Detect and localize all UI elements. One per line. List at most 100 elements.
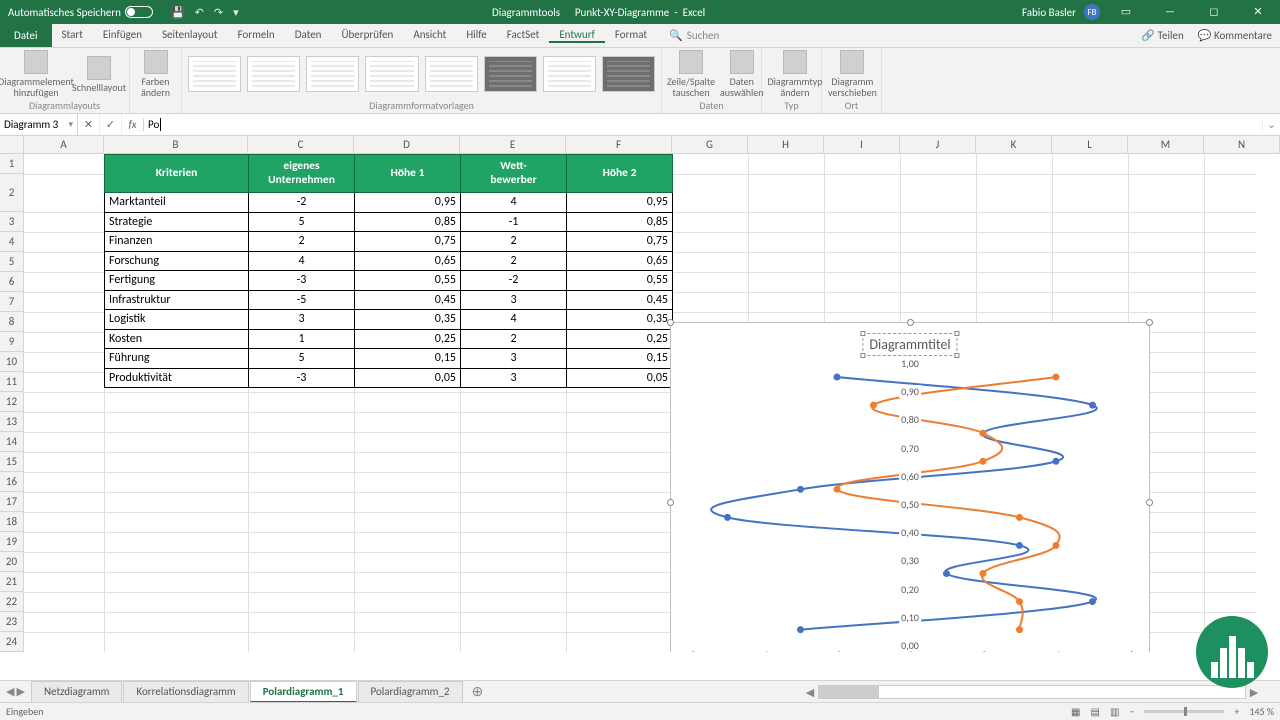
chart-data-point[interactable] [943, 570, 950, 577]
row-header[interactable]: 18 [0, 512, 24, 532]
chart-series-line[interactable] [837, 377, 1060, 630]
chart-style-5[interactable] [425, 56, 478, 92]
select-data-button[interactable]: Daten auswählen [720, 50, 764, 98]
table-cell[interactable]: 0,35 [567, 310, 673, 330]
ribbon-tab-formeln[interactable]: Formeln [228, 28, 285, 41]
row-header[interactable]: 15 [0, 452, 24, 472]
row-header[interactable]: 21 [0, 572, 24, 592]
zoom-out-icon[interactable]: − [1129, 705, 1134, 718]
table-cell[interactable]: 5 [249, 349, 355, 369]
table-cell[interactable]: 2 [249, 232, 355, 252]
row-header[interactable]: 19 [0, 532, 24, 552]
change-chart-type-button[interactable]: Diagrammtyp ändern [768, 50, 822, 98]
table-cell[interactable]: 0,25 [355, 329, 461, 349]
table-cell[interactable]: 0,65 [567, 251, 673, 271]
column-header[interactable]: M [1128, 136, 1204, 153]
ribbon-tab-überprüfen[interactable]: Überprüfen [331, 28, 403, 41]
undo-icon[interactable]: ↶ [195, 6, 204, 19]
ribbon-tab-einfügen[interactable]: Einfügen [93, 28, 152, 41]
zoom-slider[interactable] [1144, 710, 1224, 713]
chart-style-6[interactable] [484, 56, 537, 92]
table-cell[interactable]: -3 [249, 271, 355, 291]
sheet-nav-prev-icon[interactable]: ◀ [6, 685, 14, 698]
tell-me-search[interactable]: 🔍 Suchen [669, 29, 719, 42]
column-header[interactable]: B [104, 136, 248, 153]
table-cell[interactable]: Forschung [105, 251, 249, 271]
column-header[interactable]: I [824, 136, 900, 153]
chart-style-8[interactable] [602, 56, 655, 92]
table-cell[interactable]: -2 [461, 271, 567, 291]
row-header[interactable]: 12 [0, 392, 24, 412]
ribbon-tab-daten[interactable]: Daten [285, 28, 332, 41]
file-tab[interactable]: Datei [0, 24, 52, 47]
table-cell[interactable]: 0,85 [567, 212, 673, 232]
table-cell[interactable]: Infrastruktur [105, 290, 249, 310]
select-all-button[interactable] [0, 136, 24, 153]
table-cell[interactable]: 0,45 [355, 290, 461, 310]
chart-style-3[interactable] [306, 56, 359, 92]
chart-style-1[interactable] [188, 56, 241, 92]
ribbon-tab-entwurf[interactable]: Entwurf [549, 28, 605, 43]
chart-data-point[interactable] [1016, 514, 1023, 521]
chart-data-point[interactable] [1052, 458, 1059, 465]
row-header[interactable]: 13 [0, 412, 24, 432]
table-cell[interactable]: 4 [461, 310, 567, 330]
row-header[interactable]: 4 [0, 232, 24, 252]
column-header[interactable]: E [460, 136, 566, 153]
normal-view-icon[interactable]: ▦ [1071, 705, 1080, 718]
change-colors-button[interactable]: Farben ändern [136, 50, 175, 98]
row-header[interactable]: 8 [0, 312, 24, 332]
page-break-view-icon[interactable]: ▥ [1110, 705, 1119, 718]
column-header[interactable]: H [748, 136, 824, 153]
table-cell[interactable]: Kosten [105, 329, 249, 349]
chart-data-point[interactable] [979, 570, 986, 577]
formula-input[interactable]: Po [144, 118, 1262, 131]
chart-object[interactable]: Diagrammtitel 0,000,100,200,300,400,500,… [670, 322, 1150, 652]
row-header[interactable]: 14 [0, 432, 24, 452]
ribbon-tab-format[interactable]: Format [605, 28, 657, 41]
ribbon-tab-ansicht[interactable]: Ansicht [403, 28, 456, 41]
row-header[interactable]: 17 [0, 492, 24, 512]
sheet-tab[interactable]: Netzdiagramm [31, 681, 123, 703]
save-icon[interactable]: 💾 [171, 6, 185, 19]
new-sheet-button[interactable]: ⊕ [464, 683, 492, 700]
row-header[interactable]: 2 [0, 174, 24, 212]
expand-formula-bar-icon[interactable]: ⌄ [1262, 118, 1280, 131]
table-cell[interactable]: 1 [249, 329, 355, 349]
chart-data-point[interactable] [797, 486, 804, 493]
share-button[interactable]: 🔗 Teilen [1141, 29, 1183, 42]
chart-style-2[interactable] [247, 56, 300, 92]
table-cell[interactable]: Führung [105, 349, 249, 369]
chart-data-point[interactable] [979, 458, 986, 465]
user-avatar[interactable]: FB [1084, 4, 1100, 20]
chart-data-point[interactable] [1089, 598, 1096, 605]
autosave-toggle[interactable]: Automatisches Speichern [8, 6, 153, 19]
row-header[interactable]: 11 [0, 372, 24, 392]
chart-data-point[interactable] [834, 486, 841, 493]
sheet-tab[interactable]: Polardiagramm_2 [358, 681, 463, 703]
chart-data-point[interactable] [1052, 542, 1059, 549]
column-header[interactable]: K [976, 136, 1052, 153]
table-cell[interactable]: -2 [249, 193, 355, 213]
row-header[interactable]: 22 [0, 592, 24, 612]
column-header[interactable]: D [354, 136, 460, 153]
table-cell[interactable]: 3 [461, 290, 567, 310]
horizontal-scrollbar[interactable]: ◀▶ [802, 684, 1262, 700]
row-header[interactable]: 16 [0, 472, 24, 492]
chart-data-point[interactable] [834, 374, 841, 381]
column-header[interactable]: J [900, 136, 976, 153]
table-cell[interactable]: 2 [461, 329, 567, 349]
chart-data-point[interactable] [1016, 598, 1023, 605]
table-cell[interactable]: 2 [461, 251, 567, 271]
chart-style-4[interactable] [365, 56, 418, 92]
table-cell[interactable]: 2 [461, 232, 567, 252]
column-header[interactable]: G [672, 136, 748, 153]
chart-data-point[interactable] [870, 402, 877, 409]
table-cell[interactable]: Fertigung [105, 271, 249, 291]
row-header[interactable]: 5 [0, 252, 24, 272]
ribbon-tab-hilfe[interactable]: Hilfe [456, 28, 496, 41]
row-header[interactable]: 24 [0, 632, 24, 652]
switch-row-column-button[interactable]: Zeile/Spalte tauschen [668, 50, 714, 98]
table-cell[interactable]: 0,45 [567, 290, 673, 310]
table-cell[interactable]: -5 [249, 290, 355, 310]
